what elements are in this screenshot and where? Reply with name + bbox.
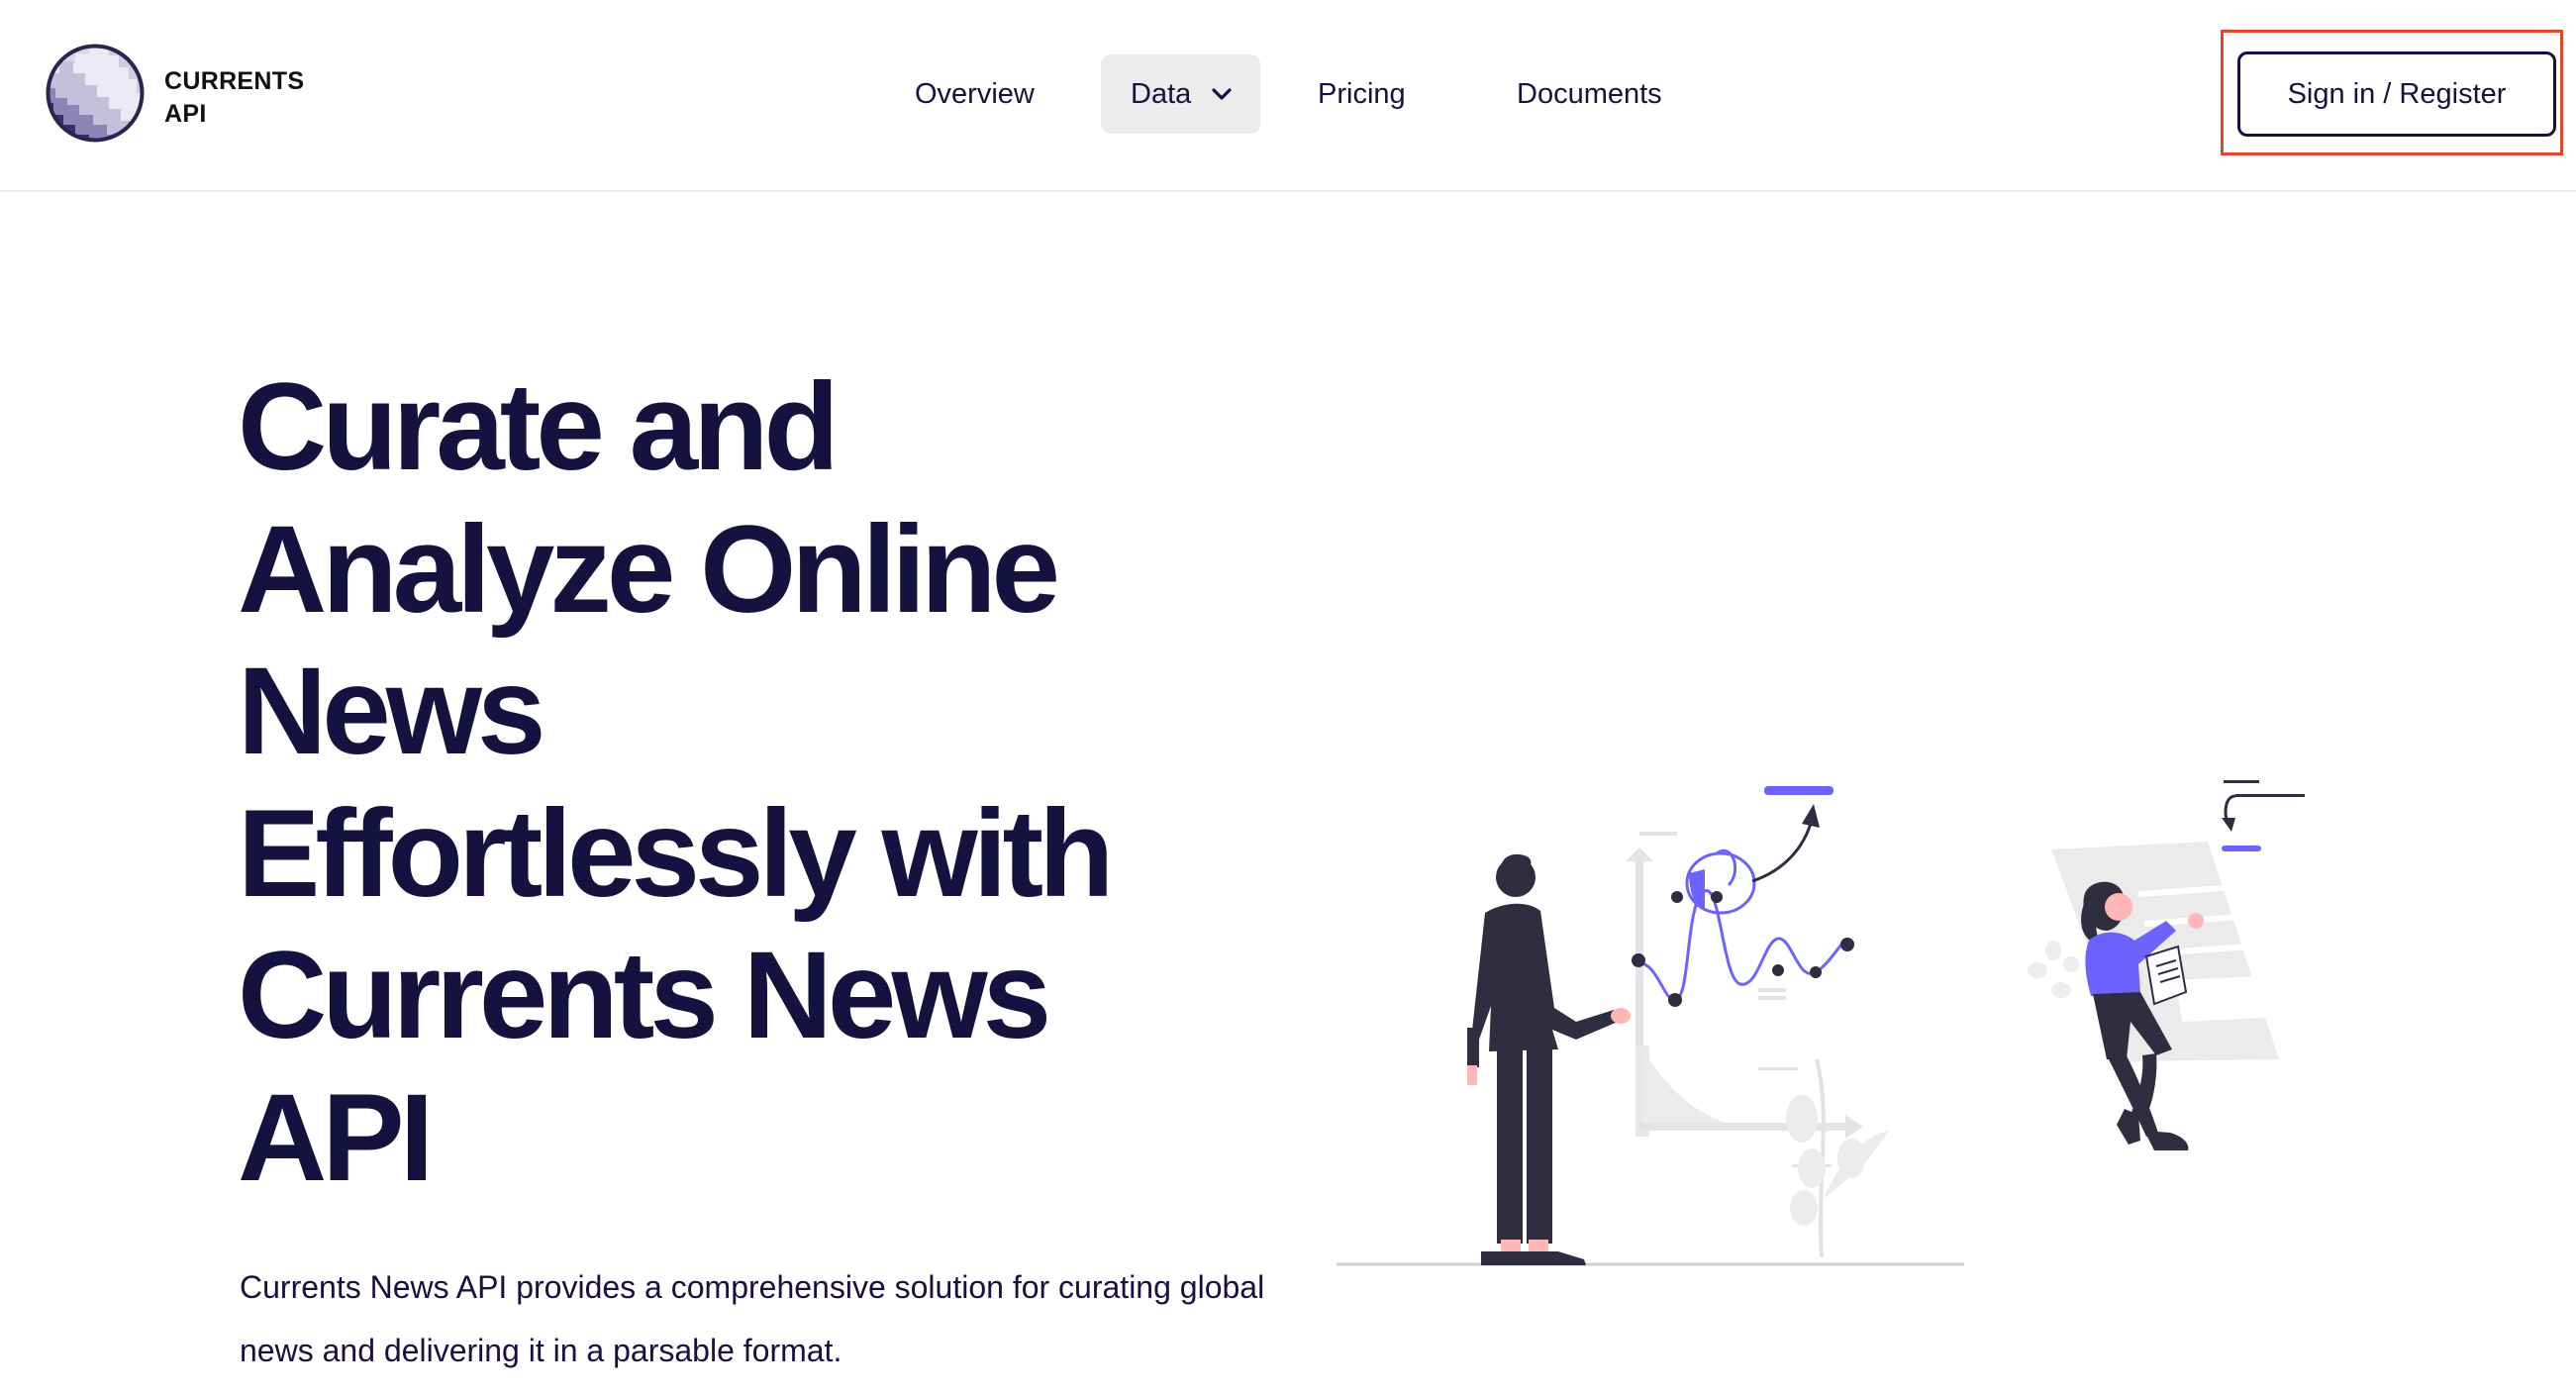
hero-title-line: News bbox=[238, 643, 546, 780]
hero-description: Currents News API provides a comprehensi… bbox=[240, 1269, 1265, 1368]
hero-title-line: Analyze Online bbox=[238, 500, 1060, 639]
hero-title: Curate and Analyze Online News Effortles… bbox=[238, 356, 1307, 1209]
plant-decoration bbox=[1786, 1058, 1889, 1258]
chevron-down-icon bbox=[1212, 88, 1232, 100]
signin-register-button[interactable]: Sign in / Register bbox=[2237, 51, 2556, 137]
nav-data-dropdown[interactable]: Data bbox=[1101, 54, 1261, 134]
hero-title-line: Curate and bbox=[238, 358, 840, 496]
nav-pricing[interactable]: Pricing bbox=[1318, 54, 1406, 134]
chart-panel bbox=[1626, 786, 1863, 1167]
nav-overview[interactable]: Overview bbox=[915, 54, 1035, 134]
hero-title-line: API bbox=[238, 1068, 434, 1207]
hero-title-line: Currents News bbox=[238, 927, 1051, 1064]
man-figure bbox=[1467, 853, 1631, 1265]
site-header: CURRENTS API Overview Data Pricing Docum… bbox=[0, 0, 2576, 192]
hero-title-line: Effortlessly with bbox=[238, 784, 1114, 923]
data-analysis-illustration bbox=[1337, 780, 2305, 1266]
main-nav: Overview Data Pricing Documents bbox=[0, 54, 2576, 134]
nav-documents[interactable]: Documents bbox=[1517, 54, 1662, 134]
nav-data-label: Data bbox=[1131, 78, 1192, 110]
